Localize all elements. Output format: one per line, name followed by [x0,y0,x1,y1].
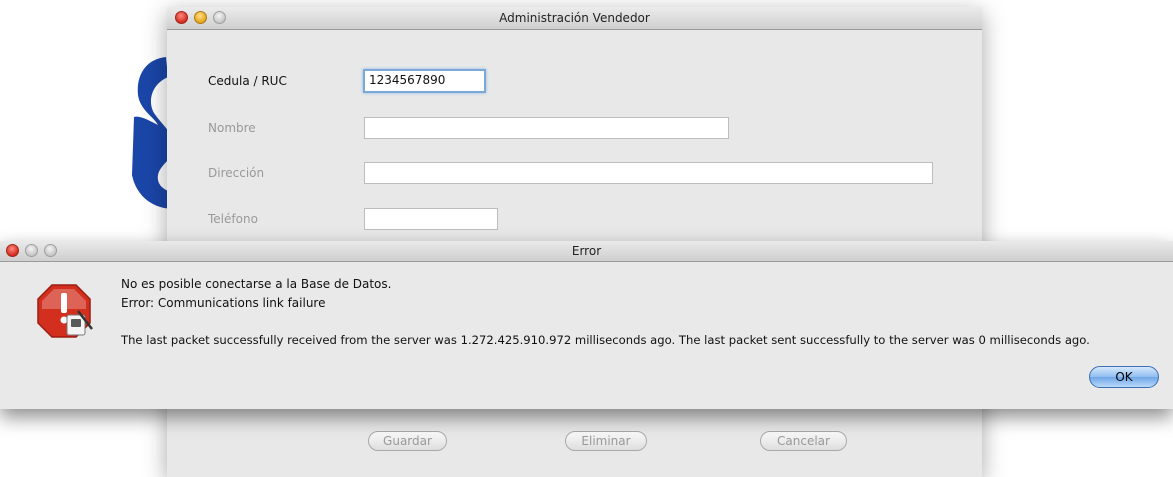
error-message-line3: The last packet successfully received fr… [121,333,1090,347]
cedula-label: Cedula / RUC [208,74,287,88]
ok-button[interactable]: OK [1089,366,1159,388]
window-title: Administración Vendedor [499,11,650,25]
nombre-label: Nombre [208,121,256,135]
direccion-field[interactable] [364,162,933,184]
eliminar-button[interactable]: Eliminar [565,431,647,451]
telefono-label: Teléfono [208,212,258,226]
nombre-field[interactable] [364,117,729,139]
error-dialog: Error No es posible conectarse a la Base… [0,241,1173,409]
telefono-field[interactable] [364,208,498,230]
cancelar-button[interactable]: Cancelar [760,431,847,451]
cedula-field[interactable]: 1234567890 [363,69,486,93]
vendedor-titlebar: Administración Vendedor [167,7,982,30]
direccion-label: Dirección [208,166,265,180]
error-message-line1: No es posible conectarse a la Base de Da… [121,277,392,291]
guardar-button[interactable]: Guardar [368,431,447,451]
error-message-line2: Error: Communications link failure [121,296,326,310]
error-title: Error [571,244,602,258]
warning-icon [37,284,93,338]
error-titlebar: Error [0,241,1173,262]
